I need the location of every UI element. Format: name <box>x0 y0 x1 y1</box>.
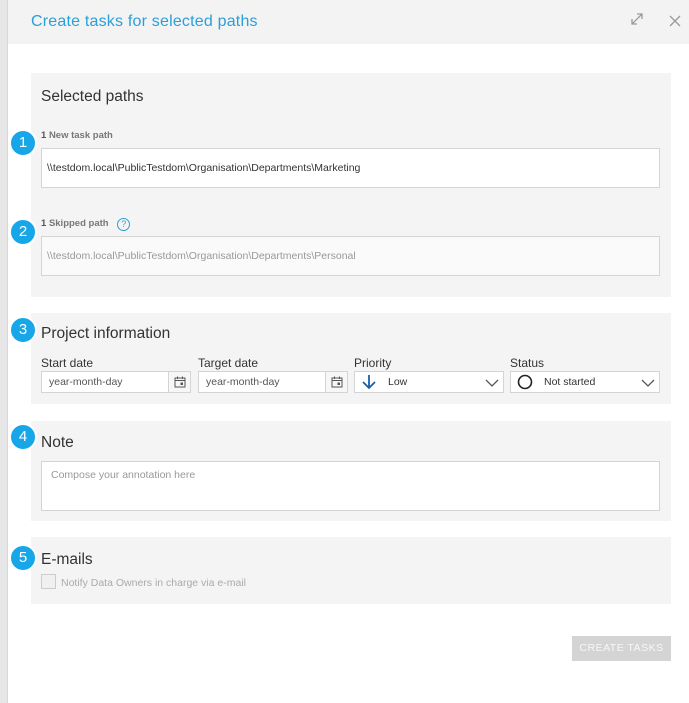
note-section: Note Compose your annotation here <box>31 421 671 521</box>
start-date-input[interactable]: year-month-day <box>41 371 191 393</box>
target-date-label: Target date <box>198 356 259 370</box>
selected-paths-title: Selected paths <box>41 88 144 105</box>
step-badge-4: 4 <box>9 423 37 451</box>
help-icon[interactable]: ? <box>117 218 131 231</box>
step-badge-2: 2 <box>9 218 37 246</box>
target-date-placeholder: year-month-day <box>206 376 280 388</box>
notify-owners-checkbox[interactable] <box>41 574 56 589</box>
new-task-label-text: New task path <box>48 130 113 141</box>
chevron-down-icon <box>485 376 499 396</box>
notify-owners-row: Notify Data Owners in charge via e-mail <box>41 574 246 589</box>
calendar-icon[interactable] <box>325 372 347 392</box>
start-date-placeholder: year-month-day <box>49 376 123 388</box>
new-task-path-label: 1 New task path <box>41 130 113 141</box>
create-tasks-dialog: Create tasks for selected paths 1 2 Sele… <box>8 0 689 703</box>
emails-section: E-mails Notify Data Owners in charge via… <box>31 537 671 604</box>
new-task-path-field[interactable]: \\testdom.local\PublicTestdom\Organisati… <box>41 148 660 188</box>
start-date-label: Start date <box>41 356 94 370</box>
note-textarea[interactable]: Compose your annotation here <box>41 461 660 511</box>
create-tasks-button[interactable]: CREATE TASKS <box>572 636 671 661</box>
priority-label: Priority <box>354 356 392 370</box>
step-badge-1: 1 <box>9 129 37 157</box>
skipped-path-field: \\testdom.local\PublicTestdom\Organisati… <box>41 236 660 276</box>
skipped-path-label: 1 Skipped path ? <box>41 218 131 231</box>
new-task-count: 1 <box>41 130 47 141</box>
status-value: Not started <box>544 376 596 388</box>
circle-icon <box>517 374 533 397</box>
expand-icon[interactable] <box>628 12 646 30</box>
selected-paths-section: Selected paths 1 New task path \\testdom… <box>31 73 671 297</box>
dialog-header: Create tasks for selected paths <box>8 0 689 44</box>
calendar-icon[interactable] <box>168 372 190 392</box>
priority-select[interactable]: Low <box>354 371 504 393</box>
notify-owners-label: Notify Data Owners in charge via e-mail <box>61 577 246 589</box>
dialog-title: Create tasks for selected paths <box>31 13 258 30</box>
close-icon[interactable] <box>666 12 684 30</box>
step-badge-5: 5 <box>9 544 37 572</box>
emails-title: E-mails <box>41 551 93 568</box>
note-placeholder: Compose your annotation here <box>51 469 196 481</box>
chevron-down-icon <box>641 376 655 396</box>
note-title: Note <box>41 434 74 451</box>
project-information-section: Project information Start date year-mont… <box>31 313 671 404</box>
target-date-input[interactable]: year-month-day <box>198 371 348 393</box>
status-select[interactable]: Not started <box>510 371 660 393</box>
priority-value: Low <box>388 376 408 388</box>
skipped-label-text: Skipped path <box>48 218 109 229</box>
project-information-title: Project information <box>41 325 171 342</box>
step-badge-3: 3 <box>9 316 37 344</box>
skipped-count: 1 <box>41 218 47 229</box>
backdrop-page <box>0 0 8 703</box>
arrow-down-icon <box>361 374 377 397</box>
status-label: Status <box>510 356 545 370</box>
